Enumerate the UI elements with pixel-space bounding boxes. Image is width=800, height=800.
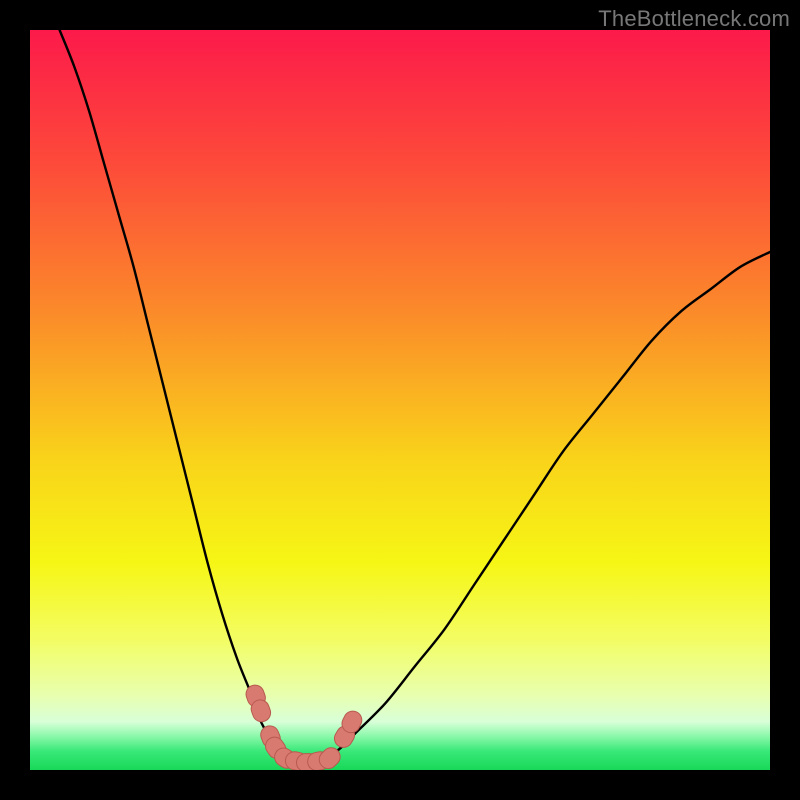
bottleneck-curve — [60, 30, 770, 763]
optimal-zone-markers — [244, 683, 365, 770]
curve-layer — [30, 30, 770, 770]
chart-frame: TheBottleneck.com — [0, 0, 800, 800]
watermark-text: TheBottleneck.com — [598, 6, 790, 32]
v-curve-path — [60, 30, 770, 763]
plot-area — [30, 30, 770, 770]
